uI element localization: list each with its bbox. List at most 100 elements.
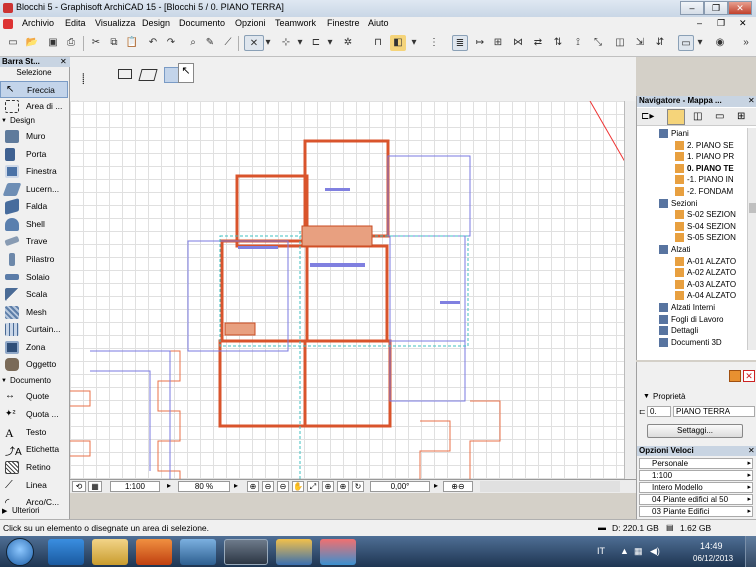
snap-icon[interactable]: ⊏: [308, 35, 324, 51]
navigator-tree-item[interactable]: Piani: [637, 128, 749, 139]
minimize-button[interactable]: –: [680, 1, 704, 15]
delete-icon[interactable]: ✕: [743, 370, 755, 382]
archicad-task-icon[interactable]: [224, 539, 268, 565]
tool-lucernario[interactable]: Lucern...: [0, 181, 68, 198]
document-icon[interactable]: [3, 19, 13, 29]
tool-finestra[interactable]: Finestra: [0, 163, 68, 180]
pen-set-icon[interactable]: ⋮: [426, 35, 442, 51]
worksheet-marker-icon[interactable]: ⤡: [590, 35, 606, 51]
navigator-tree-item[interactable]: 1. PIANO PR: [637, 151, 749, 162]
eyedropper-icon[interactable]: ✎: [202, 35, 218, 51]
tool-zona[interactable]: Zona: [0, 339, 68, 356]
chevron-right-icon[interactable]: ▸: [432, 481, 440, 492]
new-file-icon[interactable]: ▭: [5, 35, 21, 51]
navigator-tree-item[interactable]: Alzati Interni: [637, 302, 749, 313]
open-folder-icon[interactable]: 📂: [24, 35, 40, 51]
navigator-tree-item[interactable]: Documenti 3D: [637, 337, 749, 348]
chevron-down-icon[interactable]: ▾: [264, 35, 272, 51]
close-icon[interactable]: ✕: [748, 446, 755, 455]
angle-field[interactable]: 0,00°: [370, 481, 430, 492]
rotated-rectangle-icon[interactable]: [138, 69, 158, 81]
doc-close-button[interactable]: ✕: [739, 18, 747, 29]
guide-lines-icon[interactable]: ⊹: [278, 35, 294, 51]
internet-explorer-icon[interactable]: [48, 539, 84, 565]
story-name-field[interactable]: PIANO TERRA: [673, 406, 755, 417]
documento-section-header[interactable]: Documento: [0, 376, 68, 387]
tool-curtain-wall[interactable]: Curtain...: [0, 321, 68, 338]
menu-teamwork[interactable]: Teamwork: [275, 18, 316, 28]
tool-porta[interactable]: Porta: [0, 146, 68, 163]
navigator-tree-item[interactable]: -1. PIANO IN: [637, 174, 749, 185]
tool-etichetta[interactable]: ⤴A Etichetta: [0, 441, 68, 458]
paste-icon[interactable]: 📋: [124, 35, 140, 51]
layout-icon[interactable]: ⊓: [370, 35, 386, 51]
camera-icon[interactable]: ◉: [712, 35, 728, 51]
zoom-out-icon[interactable]: ⊖: [262, 481, 274, 492]
elevation-marker-icon[interactable]: ⇅: [550, 35, 566, 51]
detail-marker-icon[interactable]: ⟟: [570, 35, 586, 51]
rectangle-selection-icon[interactable]: [118, 69, 132, 79]
view-icon[interactable]: ▦: [88, 481, 102, 492]
settings-button[interactable]: Settaggi...: [647, 424, 743, 438]
more-icon[interactable]: »: [738, 35, 754, 51]
redraw-icon[interactable]: ⟲: [72, 481, 86, 492]
tool-falda[interactable]: Falda: [0, 198, 68, 215]
ulteriori-section[interactable]: ▶ Ulteriori: [0, 505, 70, 519]
redo-icon[interactable]: ↷: [163, 35, 179, 51]
network-icon[interactable]: ▦: [634, 546, 643, 557]
next-zoom-icon[interactable]: ⊕: [337, 481, 349, 492]
section-marker-icon[interactable]: ⇄: [530, 35, 546, 51]
view-map-tab-icon[interactable]: [667, 109, 685, 125]
navigator-tree-item[interactable]: S-02 SEZION: [637, 209, 749, 220]
menu-documento[interactable]: Documento: [179, 18, 225, 28]
display-options-icon[interactable]: ≣: [452, 35, 468, 51]
navigator-tree-item[interactable]: A-02 ALZATO: [637, 267, 749, 278]
design-section-header[interactable]: Design: [0, 116, 68, 127]
maximize-button[interactable]: ❐: [704, 1, 728, 15]
tool-solaio[interactable]: Solaio: [0, 269, 68, 286]
navigator-tree-item[interactable]: Sezioni: [637, 198, 749, 209]
tool-oggetto[interactable]: Oggetto: [0, 356, 68, 373]
quick-option-pen-set[interactable]: 04 Piante edifici al 50 ▸: [639, 494, 753, 505]
navigator-tree-item[interactable]: 0. PIANO TE: [637, 163, 749, 174]
file-explorer-icon[interactable]: [92, 539, 128, 565]
quick-option-structure[interactable]: Intero Modello ▸: [639, 482, 753, 493]
tool-mesh[interactable]: Mesh: [0, 304, 68, 321]
quick-option-model-view[interactable]: 03 Piante Edifici ▸: [639, 506, 753, 517]
publish-icon[interactable]: ⇲: [632, 35, 648, 51]
navigator-tree-item[interactable]: Dettagli: [637, 325, 749, 336]
chevron-down-icon[interactable]: ▾: [326, 35, 334, 51]
navigator-tree-item[interactable]: -2. FONDAM: [637, 186, 749, 197]
find-select-icon[interactable]: ⌕: [185, 35, 201, 51]
media-player-icon[interactable]: [136, 539, 172, 565]
arrow-tool-icon[interactable]: ↖: [178, 63, 194, 83]
syringe-icon[interactable]: ⟋: [220, 35, 236, 51]
marker-icon[interactable]: ◫: [612, 35, 628, 51]
horizontal-scrollbar[interactable]: [480, 481, 620, 492]
remote-desktop-icon[interactable]: [180, 539, 216, 565]
quick-options-icon[interactable]: ⇵: [652, 35, 668, 51]
geometry-method-icon[interactable]: ⸽: [82, 71, 85, 85]
chevron-down-icon[interactable]: ▼: [643, 393, 650, 400]
undo-icon[interactable]: ↶: [145, 35, 161, 51]
new-story-icon[interactable]: [729, 370, 741, 382]
align-icon[interactable]: ⊞: [490, 35, 506, 51]
organizer-tab-icon[interactable]: ⊞: [737, 111, 745, 122]
zoom-in-icon[interactable]: ⊕: [247, 481, 259, 492]
menu-aiuto[interactable]: Aiuto: [368, 18, 389, 28]
story-number-field[interactable]: 0.: [647, 406, 671, 417]
save-icon[interactable]: ▣: [45, 35, 61, 51]
menu-archivio[interactable]: Archivio: [22, 18, 54, 28]
rotate-view-icon[interactable]: ↻: [352, 481, 364, 492]
language-indicator[interactable]: IT: [597, 546, 605, 556]
menu-edita[interactable]: Edita: [65, 18, 86, 28]
tool-quota-livello[interactable]: ✦² Quota ...: [0, 406, 68, 423]
previous-zoom-icon[interactable]: ⊕: [322, 481, 334, 492]
navigator-scrollbar[interactable]: [747, 128, 756, 350]
tool-freccia[interactable]: ↖ Freccia: [0, 81, 68, 98]
close-icon[interactable]: ✕: [60, 57, 67, 66]
chevron-right-icon[interactable]: ▸: [165, 481, 173, 492]
vertical-scrollbar[interactable]: [624, 101, 636, 479]
chevron-down-icon[interactable]: ▾: [696, 35, 704, 51]
navigator-tree-item[interactable]: S-04 SEZION: [637, 221, 749, 232]
